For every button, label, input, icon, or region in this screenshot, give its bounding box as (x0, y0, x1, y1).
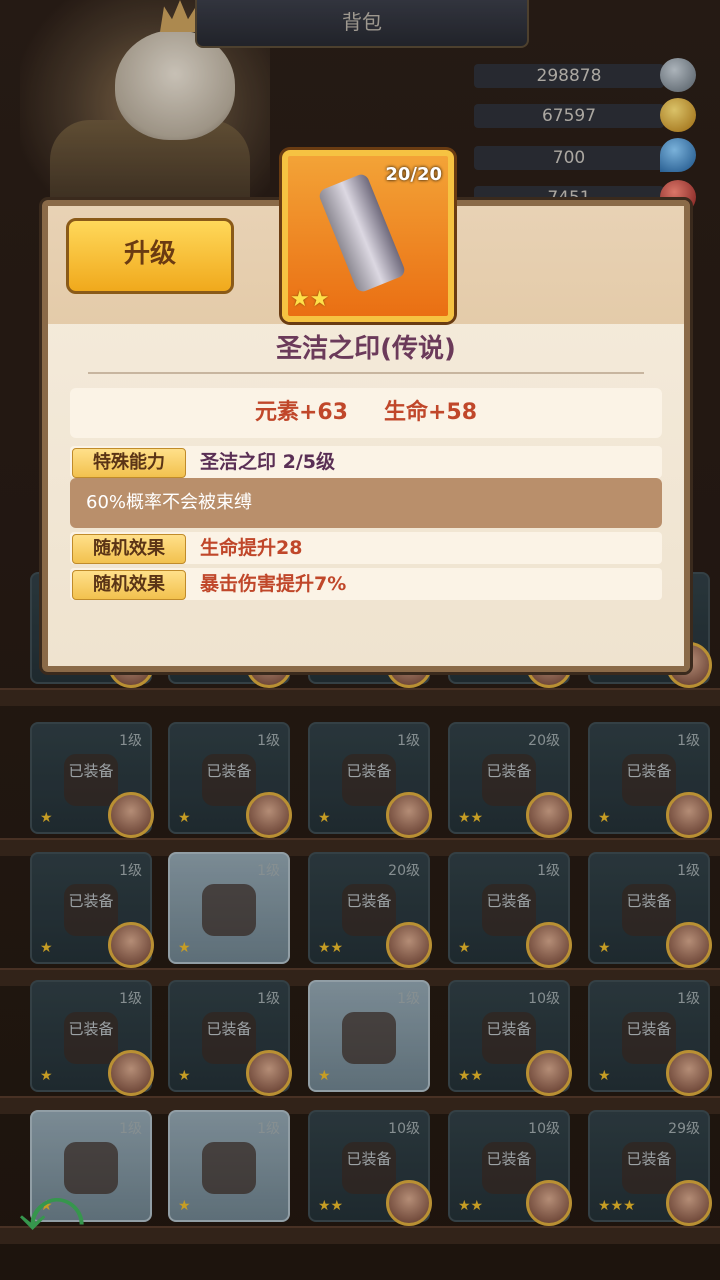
random-effect-row: 随机效果 生命提升28 (70, 532, 662, 564)
special-ability-row: 特殊能力 圣洁之印 2/5级 (70, 446, 662, 478)
item-stats: 元素+63 生命+58 (70, 388, 662, 438)
special-ability-value: 圣洁之印 2/5级 (200, 451, 335, 473)
item-card: 20/20 ★★ (282, 150, 454, 322)
item-detail-dialog: 升级 20/20 ★★ 圣洁之印(传说) 元素+63 生命+58 特殊能力 圣洁之… (42, 150, 690, 672)
item-count: 20/20 (385, 164, 442, 185)
random-effect-tag: 随机效果 (72, 534, 186, 564)
stat-hp: 生命+58 (384, 400, 478, 425)
upgrade-button[interactable]: 升级 (66, 218, 234, 294)
random-effect-value: 生命提升28 (200, 537, 303, 559)
item-blade-icon (317, 172, 407, 294)
item-name: 圣洁之印(传说) (276, 334, 456, 364)
item-stars: ★★ (290, 287, 330, 312)
random-effect-value: 暴击伤害提升7% (200, 573, 347, 595)
stat-element: 元素+63 (254, 400, 348, 425)
random-effect-tag: 随机效果 (72, 570, 186, 600)
divider (88, 372, 644, 374)
special-ability-tag: 特殊能力 (72, 448, 186, 478)
random-effect-row: 随机效果 暴击伤害提升7% (70, 568, 662, 600)
special-ability-desc: 60%概率不会被束缚 (70, 478, 662, 528)
